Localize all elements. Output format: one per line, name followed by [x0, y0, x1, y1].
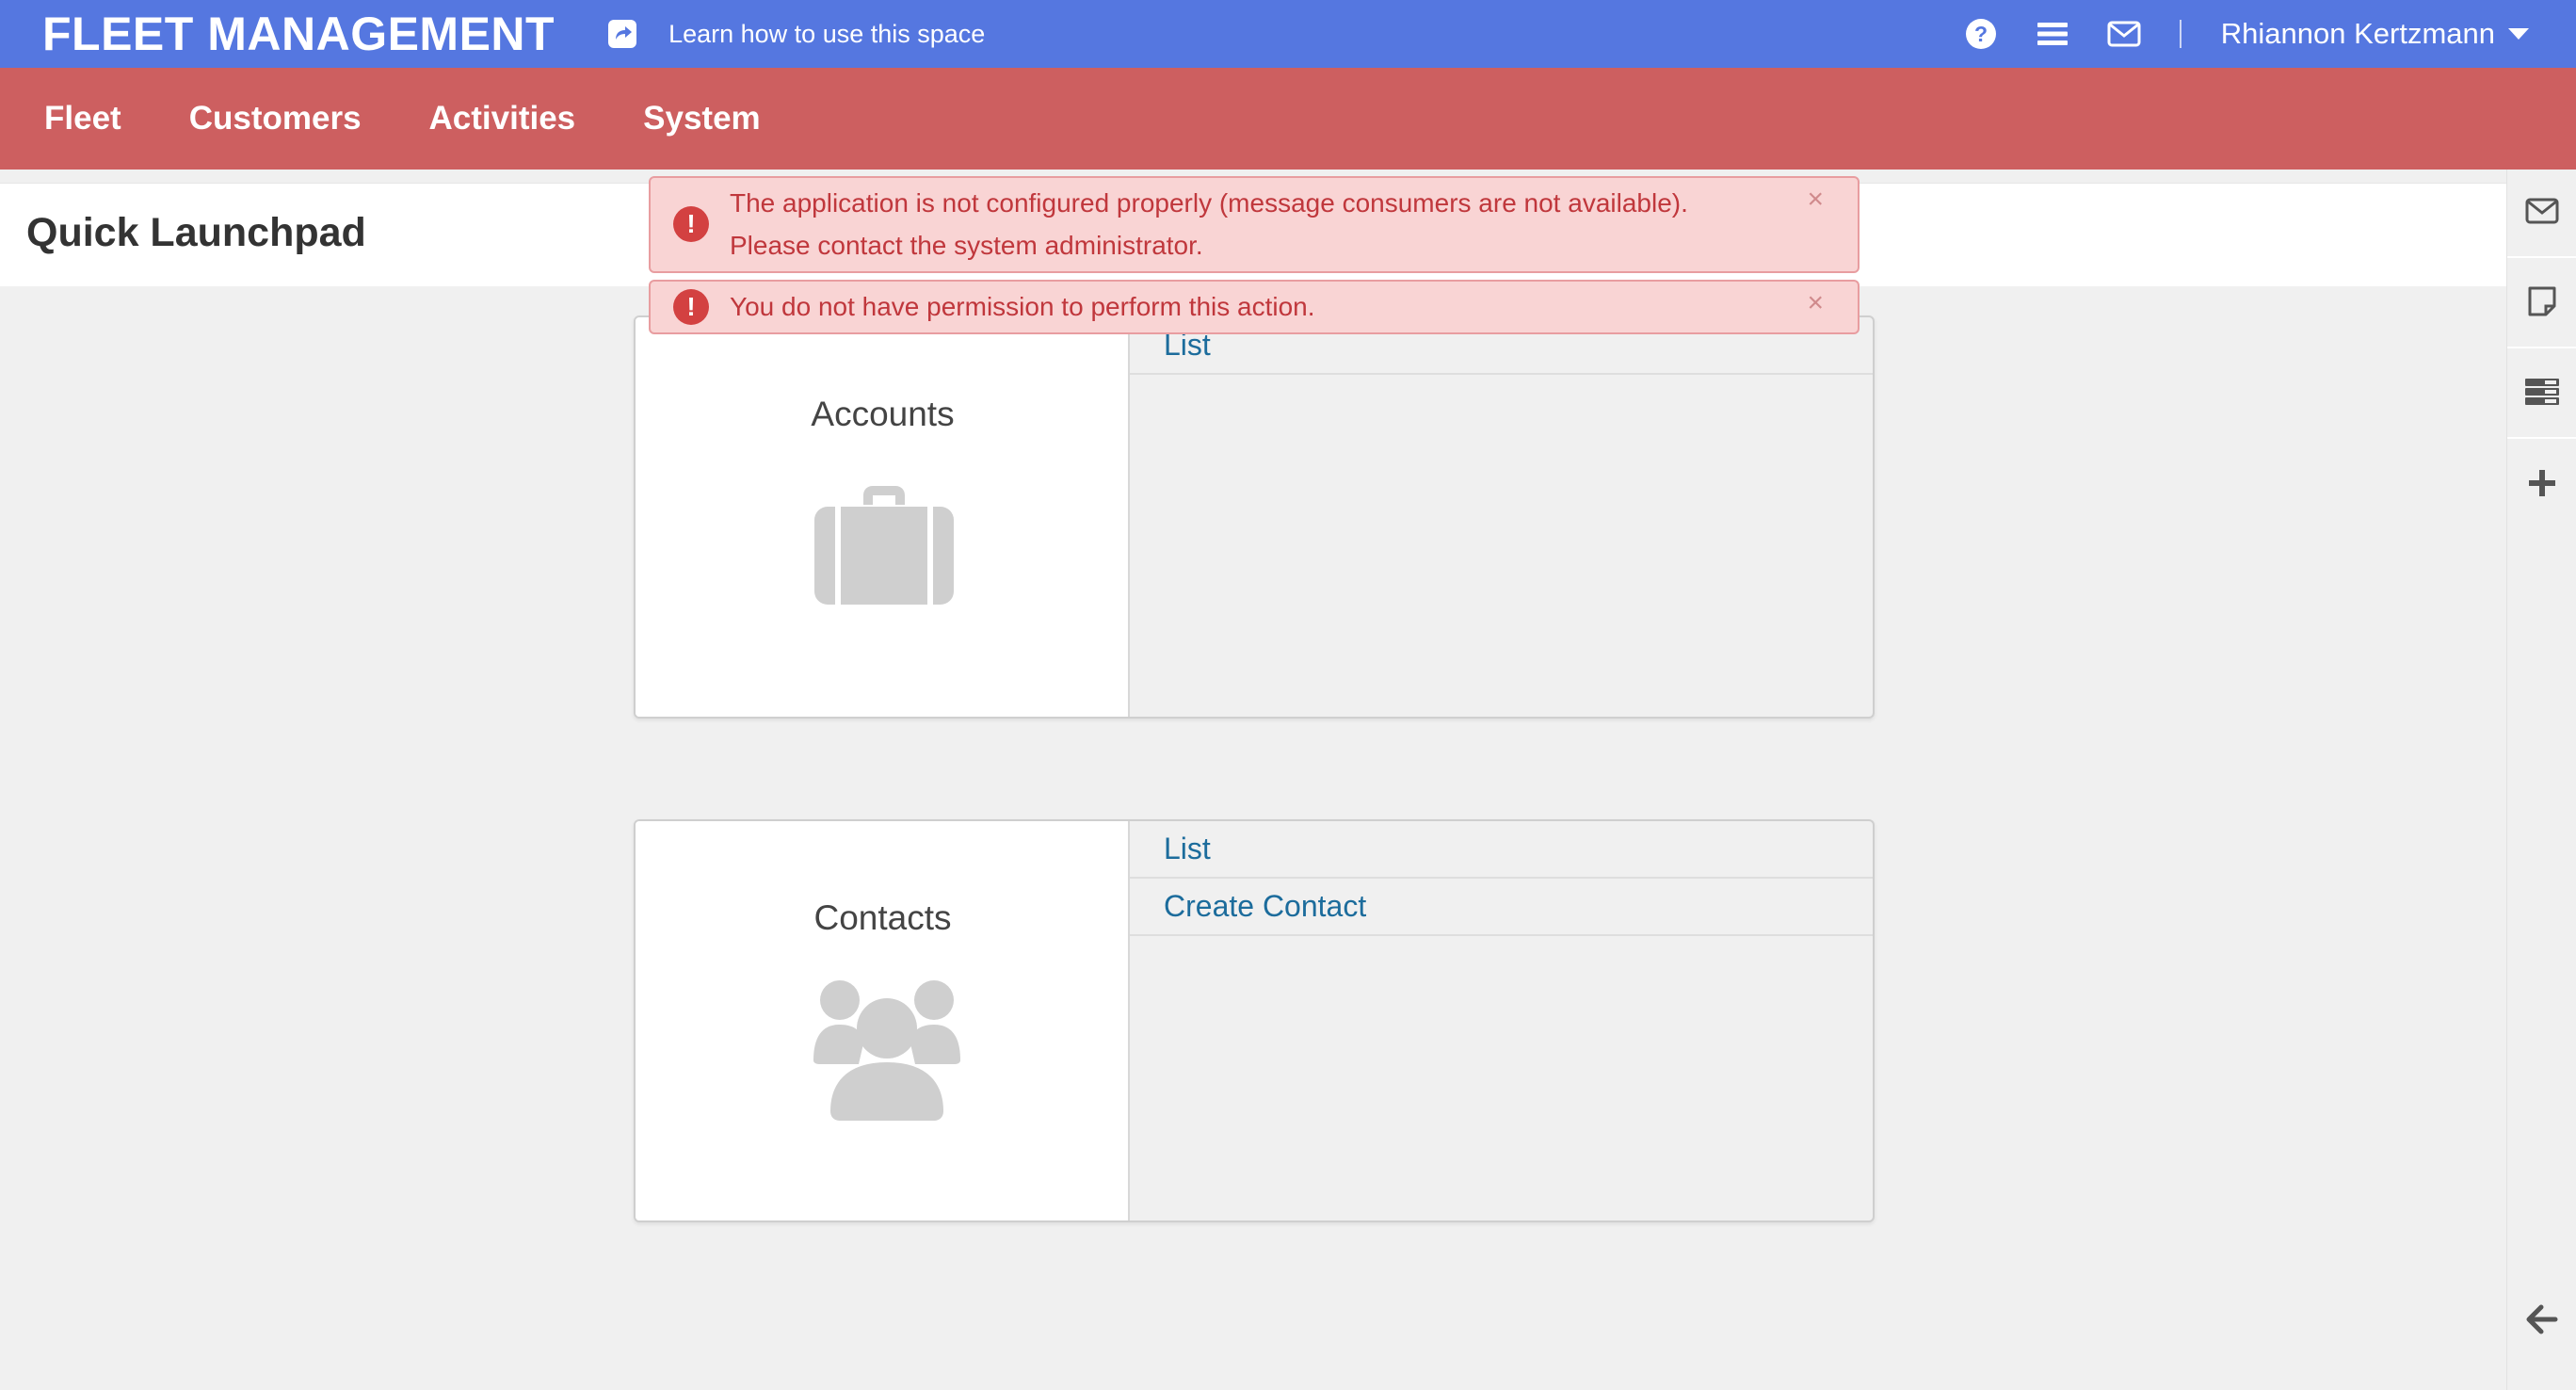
- nav-item-system[interactable]: System: [643, 100, 761, 137]
- nav-item-activities[interactable]: Activities: [429, 100, 576, 137]
- share-icon[interactable]: [606, 18, 638, 50]
- card-title: Accounts: [811, 395, 955, 433]
- card-accounts: Accounts List: [634, 315, 1875, 719]
- alert-config-error: ! The application is not configured prop…: [649, 176, 1860, 273]
- alert-message: The application is not configured proper…: [730, 182, 1688, 267]
- header-separator: [2179, 20, 2182, 48]
- sidebar-mail-button[interactable]: [2507, 170, 2576, 258]
- close-icon[interactable]: ×: [1807, 287, 1824, 319]
- card-contacts: Contacts List Create Contact: [634, 819, 1875, 1222]
- svg-text:?: ?: [1974, 22, 1988, 46]
- users-icon: [812, 979, 962, 1125]
- nav-item-customers[interactable]: Customers: [189, 100, 362, 137]
- plus-icon: [2528, 469, 2556, 502]
- error-icon: !: [673, 206, 709, 242]
- card-contacts-links: List Create Contact: [1130, 821, 1873, 936]
- collapse-arrow-icon: [2526, 1304, 2558, 1339]
- alert-message: You do not have permission to perform th…: [730, 292, 1315, 321]
- nav-item-fleet[interactable]: Fleet: [44, 100, 121, 137]
- tasks-icon: [2524, 378, 2560, 411]
- mail-icon[interactable]: [2106, 16, 2142, 52]
- mail-icon: [2525, 198, 2559, 229]
- card-accounts-launcher[interactable]: Accounts: [636, 317, 1130, 717]
- sidebar-collapse-button[interactable]: [2507, 1277, 2576, 1366]
- menu-icon[interactable]: [2035, 16, 2070, 52]
- contacts-list-link[interactable]: List: [1130, 821, 1873, 879]
- card-contacts-launcher[interactable]: Contacts: [636, 821, 1130, 1220]
- page-title: Quick Launchpad: [26, 210, 366, 255]
- sidebar-tasks-button[interactable]: [2507, 350, 2576, 439]
- sidebar-add-button[interactable]: [2507, 441, 2576, 529]
- help-icon[interactable]: ?: [1963, 16, 1999, 52]
- alert-permission-error: ! You do not have permission to perform …: [649, 280, 1860, 334]
- alert-line: Please contact the system administrator.: [730, 231, 1203, 260]
- sidebar-note-button[interactable]: [2507, 260, 2576, 348]
- briefcase-icon: [814, 484, 954, 609]
- right-sidebar: [2506, 170, 2576, 1390]
- close-icon[interactable]: ×: [1807, 184, 1824, 216]
- caret-down-icon[interactable]: [2508, 28, 2529, 40]
- note-icon: [2527, 285, 2557, 322]
- learn-how-link[interactable]: Learn how to use this space: [668, 20, 985, 49]
- alert-line: The application is not configured proper…: [730, 188, 1688, 218]
- top-header: FLEET MANAGEMENT Learn how to use this s…: [0, 0, 2576, 68]
- create-contact-link[interactable]: Create Contact: [1130, 879, 1873, 936]
- user-menu[interactable]: Rhiannon Kertzmann: [2221, 17, 2495, 51]
- main-nav: Fleet Customers Activities System: [0, 68, 2576, 170]
- error-icon: !: [673, 289, 709, 325]
- brand-title[interactable]: FLEET MANAGEMENT: [42, 0, 555, 68]
- card-title: Contacts: [813, 898, 952, 937]
